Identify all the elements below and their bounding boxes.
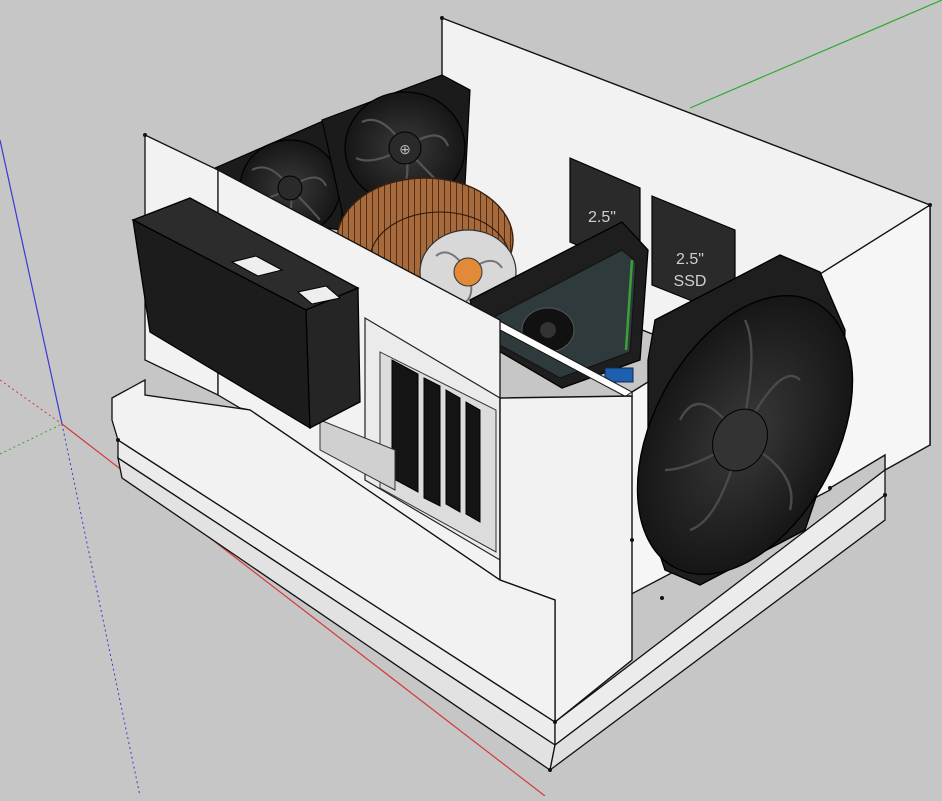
blue-axis: [0, 139, 63, 425]
model-canvas: ⊕ 2.5" 2.5" SSD: [0, 0, 942, 797]
drive-bay-1-label: 2.5": [588, 209, 616, 226]
green-axis-solid: [689, 0, 942, 109]
green-axis-dotted: [0, 423, 63, 455]
red-axis-dotted: [0, 379, 63, 425]
fan-logo: ⊕: [399, 141, 411, 157]
drive-bay-2-label: 2.5": [676, 251, 704, 268]
drive-bay-2-sublabel: SSD: [674, 273, 707, 290]
sketchup-viewport[interactable]: ⊕ 2.5" 2.5" SSD: [0, 0, 942, 797]
